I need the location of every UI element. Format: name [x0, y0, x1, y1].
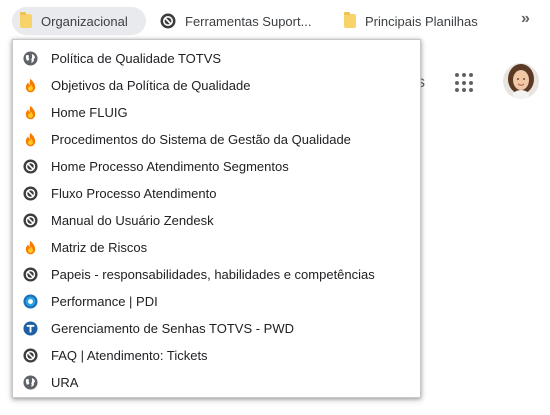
menu-item-label: FAQ | Atendimento: Tickets — [51, 348, 208, 363]
zendesk-icon — [23, 348, 38, 363]
fluig-icon — [25, 132, 36, 147]
bookmark-folder-organizacional[interactable]: Organizacional — [12, 7, 146, 35]
zendesk-icon — [23, 267, 38, 282]
menu-item-label: Matriz de Riscos — [51, 240, 148, 255]
more-bookmarks-button[interactable]: » — [521, 10, 530, 28]
menu-item[interactable]: URA — [13, 369, 420, 396]
fluig-icon — [25, 240, 36, 255]
zendesk-icon — [160, 13, 176, 29]
fluig-icon — [25, 78, 36, 93]
bookmarks-bar: Organizacional Ferramentas Suport... Pri… — [0, 0, 550, 40]
bookmark-folder-menu: Política de Qualidade TOTVS Objetivos da… — [12, 39, 421, 398]
totvs-icon — [23, 321, 38, 336]
globe-icon — [23, 51, 38, 66]
bookmark-label: Organizacional — [41, 13, 128, 29]
avatar[interactable] — [503, 63, 539, 99]
folder-icon — [344, 12, 356, 28]
menu-item-label: Objetivos da Política de Qualidade — [51, 78, 251, 93]
menu-item-label: Home Processo Atendimento Segmentos — [51, 159, 289, 174]
fluig-icon — [25, 105, 36, 120]
menu-item[interactable]: Procedimentos do Sistema de Gestão da Qu… — [13, 126, 420, 153]
bookmark-ferramentas-suporte[interactable]: Ferramentas Suport... — [152, 7, 332, 35]
bookmark-label: Ferramentas Suport... — [185, 13, 312, 29]
menu-item[interactable]: Performance | PDI — [13, 288, 420, 315]
menu-item-label: Home FLUIG — [51, 105, 128, 120]
menu-item-label: Papeis - responsabilidades, habilidades … — [51, 267, 375, 282]
menu-item-label: Manual do Usuário Zendesk — [51, 213, 214, 228]
menu-item-label: Procedimentos do Sistema de Gestão da Qu… — [51, 132, 351, 147]
menu-item[interactable]: Objetivos da Política de Qualidade — [13, 72, 420, 99]
bookmark-label: Principais Planilhas — [365, 13, 478, 29]
bookmark-folder-principais-planilhas[interactable]: Principais Planilhas — [336, 7, 496, 35]
menu-item[interactable]: Papeis - responsabilidades, habilidades … — [13, 261, 420, 288]
menu-item-label: Performance | PDI — [51, 294, 158, 309]
menu-item[interactable]: Gerenciamento de Senhas TOTVS - PWD — [13, 315, 420, 342]
menu-item[interactable]: FAQ | Atendimento: Tickets — [13, 342, 420, 369]
zendesk-icon — [23, 186, 38, 201]
zendesk-icon — [23, 159, 38, 174]
menu-item[interactable]: Home Processo Atendimento Segmentos — [13, 153, 420, 180]
zendesk-icon — [23, 213, 38, 228]
performance-icon — [23, 294, 38, 309]
menu-item[interactable]: Manual do Usuário Zendesk — [13, 207, 420, 234]
menu-item[interactable]: Fluxo Processo Atendimento — [13, 180, 420, 207]
menu-item-label: Política de Qualidade TOTVS — [51, 51, 222, 66]
menu-item[interactable]: Home FLUIG — [13, 99, 420, 126]
apps-grid-icon[interactable] — [455, 73, 475, 93]
folder-icon — [20, 12, 32, 28]
menu-item-label: Gerenciamento de Senhas TOTVS - PWD — [51, 321, 295, 336]
menu-item-label: URA — [51, 375, 79, 390]
menu-item[interactable]: Matriz de Riscos — [13, 234, 420, 261]
menu-item-label: Fluxo Processo Atendimento — [51, 186, 217, 201]
menu-item[interactable]: Política de Qualidade TOTVS — [13, 45, 420, 72]
globe-icon — [23, 375, 38, 390]
browser-window: Organizacional Ferramentas Suport... Pri… — [0, 0, 550, 415]
